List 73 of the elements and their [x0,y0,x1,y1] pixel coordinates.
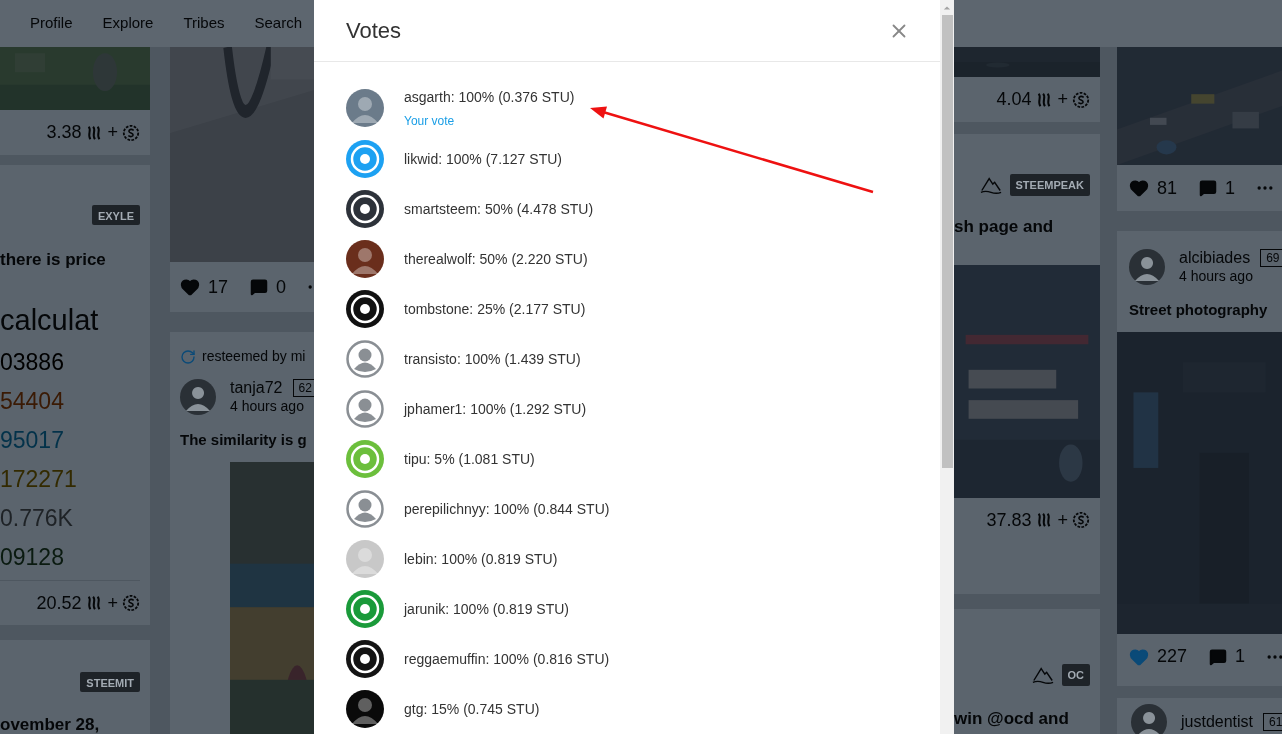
voter-entry[interactable]: therealwolf: 50% (2.220 STU) [404,248,588,270]
price-line: 95017 [0,425,64,455]
reputation-score: 61 [1263,713,1282,731]
voter-entry[interactable]: likwid: 100% (7.127 STU) [404,148,562,170]
comment-icon[interactable] [250,278,269,296]
post-title: Street photography [1128,300,1269,320]
voter-entry[interactable]: transisto: 100% (1.439 STU) [404,348,581,370]
like-count: 17 [208,275,229,299]
dollar-coin-icon [122,123,140,142]
comment-count: 1 [1235,645,1246,668]
default-avatar[interactable] [346,340,384,378]
voter-entry[interactable]: asgarth: 100% (0.376 STU) [404,86,575,108]
logo-avatar[interactable] [346,290,384,328]
payout-amount: 37.83 [986,508,1032,532]
post-title: win @ocd and [954,708,1070,730]
reputation-score: 69 [1260,249,1282,267]
voter-entry[interactable]: perepilichnyy: 100% (0.844 STU) [404,498,610,520]
scroll-up-icon[interactable] [943,4,951,12]
logo-avatar[interactable] [346,640,384,678]
dialog-title: Votes [346,17,402,45]
voter-entry[interactable]: jarunik: 100% (0.819 STU) [404,598,569,620]
post-title: ovember 28, [0,714,101,734]
mountain-icon [979,175,1002,195]
like-count: 227 [1157,645,1188,668]
post-time: 4 hours ago [1179,267,1254,285]
scrollbar[interactable] [940,0,954,734]
post-time: 4 hours ago [230,397,305,415]
plus-sign: + [107,121,118,144]
payout-amount: 3.38 [46,121,82,144]
avatar[interactable] [346,240,384,278]
post-heading: calculat [0,302,100,337]
voter-entry[interactable]: smartsteem: 50% (4.478 STU) [404,198,594,220]
like-count: 81 [1157,176,1178,200]
community-tag[interactable]: STEEMPEAK [1009,173,1090,197]
voter-entry[interactable]: tombstone: 25% (2.177 STU) [404,298,586,320]
default-avatar[interactable] [346,390,384,428]
default-avatar[interactable] [346,490,384,528]
payout-amount: 4.04 [996,88,1032,111]
payout-amount: 20.52 [36,591,82,615]
post-title: The similarity is g [180,430,308,450]
price-line: 09128 [0,542,64,572]
price-line: 03886 [0,347,64,377]
community-tag[interactable]: EXYLE [91,205,140,225]
voter-entry[interactable]: jphamer1: 100% (1.292 STU) [404,398,587,420]
avatar[interactable] [346,690,384,728]
mountain-icon [1031,665,1054,685]
price-line: 0.776K [0,503,73,533]
heart-icon[interactable] [180,277,200,297]
price-line: 54404 [0,386,64,416]
comment-count: 0 [276,275,287,299]
comment-icon[interactable] [1209,647,1228,666]
dollar-coin-icon [1072,90,1090,109]
dollar-coin-icon [122,594,140,612]
heart-icon[interactable] [1129,178,1149,198]
resteem-note: resteemed by mi [202,347,306,366]
plus-sign: + [107,591,118,615]
post-title: there is price [0,249,107,271]
comment-count: 1 [1225,176,1236,200]
plus-sign: + [1057,88,1068,111]
logo-avatar[interactable] [346,190,384,228]
voter-entry[interactable]: tipu: 5% (1.081 STU) [404,448,535,470]
post-title: sh page and [954,216,1055,238]
price-line: 172271 [0,464,77,494]
voter-entry[interactable]: reggaemuffin: 100% (0.816 STU) [404,648,610,670]
comment-icon[interactable] [1199,179,1218,197]
community-tag[interactable]: OC [1061,663,1090,687]
dollar-coin-icon [1072,511,1090,529]
your-vote-note: Your vote [404,112,456,130]
resteem-icon [180,348,196,365]
voter-entry[interactable]: lebin: 100% (0.819 STU) [404,548,558,570]
plus-sign: + [1057,508,1068,532]
voter-entry[interactable]: gtg: 15% (0.745 STU) [404,698,540,720]
community-tag[interactable]: STEEMIT [80,672,140,692]
